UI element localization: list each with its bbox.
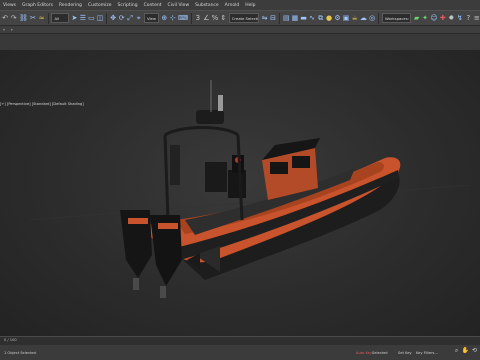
menu-arnold[interactable]: Arnold (222, 3, 243, 8)
ribbon-panel (0, 34, 480, 51)
project-folder-icon[interactable]: ▰ (413, 13, 419, 23)
engine-left-stripe (128, 218, 148, 224)
scene-state-icon[interactable]: ✦ (422, 13, 428, 23)
select-manipulate-icon[interactable]: ⊹ (170, 13, 176, 23)
pan-icon[interactable]: ✋ (462, 347, 469, 354)
console-display-right (292, 156, 310, 168)
keyboard-shortcut-override-icon[interactable]: ⌨ (178, 13, 188, 23)
angle-snap-icon[interactable]: ∠ (203, 13, 209, 23)
render-setup-icon[interactable]: ⚙ (334, 13, 340, 23)
help-icon[interactable]: ? (465, 13, 471, 23)
align-icon[interactable]: ⊟ (270, 13, 276, 23)
snaps-toggle-icon[interactable]: 3 (195, 13, 201, 23)
antenna-light (218, 95, 223, 111)
select-by-name-icon[interactable]: ☰ (80, 13, 86, 23)
engine-right-stripe (158, 223, 178, 229)
selection-filter-dropdown[interactable]: All (51, 13, 70, 23)
spinner-snap-icon[interactable]: ⇕ (220, 13, 227, 23)
redo-icon[interactable]: ↷ (10, 13, 17, 23)
radar-dome (196, 110, 224, 124)
menu-civil-view[interactable]: Civil View (164, 3, 192, 8)
ribbon-tab-modeling[interactable]: ▾ (3, 27, 5, 32)
perspective-viewport[interactable]: [+] [Perspective] [Standard] [Default Sh… (0, 50, 480, 336)
place-icon[interactable]: ⌖ (135, 13, 141, 23)
workspace-dropdown[interactable]: Workspaces: Default (382, 13, 412, 23)
select-object-icon[interactable]: ➤ (71, 13, 77, 23)
undo-icon[interactable]: ↶ (2, 13, 8, 23)
scene-explorer-icon[interactable]: ▤ (283, 13, 290, 23)
curve-editor-icon[interactable]: ∿ (309, 13, 315, 23)
toolbar-separator (47, 12, 49, 24)
boat-render (29, 80, 471, 298)
percent-snap-icon[interactable]: % (212, 13, 219, 23)
status-bar: 1 Object Selected Auto Key Selected Set … (0, 345, 480, 360)
arnold-render-icon[interactable]: ✚ (440, 13, 446, 23)
frame-counter: 0 / 100 (4, 338, 17, 342)
render-a360-icon[interactable]: ◎ (369, 13, 375, 23)
rectangular-selection-icon[interactable]: ▭ (88, 13, 95, 23)
orbit-icon[interactable]: ⟲ (471, 347, 478, 354)
menu-bar: Views Graph Editors Rendering Customize … (0, 0, 480, 10)
console-display-left (270, 162, 288, 174)
window-crossing-icon[interactable]: ◫ (97, 13, 104, 23)
toolbar-separator (190, 12, 192, 24)
main-toolbar: ↶ ↷ ⛓ ✂ ≈ All ➤ ☰ ▭ ◫ ✥ ⟳ ⤢ ⌖ View ⊕ ⊹ ⌨… (0, 10, 480, 26)
link-icon[interactable]: ⛓ (19, 13, 28, 23)
named-selection-field[interactable]: Create Selection Se (228, 13, 260, 23)
reference-coordinate-dropdown[interactable]: View (143, 13, 160, 23)
prop-left (133, 278, 139, 290)
sign-in-icon[interactable]: ☺ (430, 13, 437, 23)
schematic-view-icon[interactable]: ⧉ (317, 13, 323, 23)
seat-back (205, 162, 227, 192)
ribbon-toggle-icon[interactable]: ▬ (300, 13, 307, 23)
arnold-ipr-icon[interactable]: ↯ (457, 13, 463, 23)
autokey-button[interactable]: Auto Key (356, 351, 372, 355)
ribbon-tab-freeform[interactable]: ▾ (11, 27, 13, 32)
menu-content[interactable]: Content (141, 3, 165, 8)
menu-graph-editors[interactable]: Graph Editors (19, 3, 56, 8)
unlink-icon[interactable]: ✂ (30, 13, 36, 23)
toolbar-separator (106, 12, 107, 24)
pivot-center-icon[interactable]: ⊕ (161, 13, 167, 23)
menu-customize[interactable]: Customize (85, 3, 115, 8)
bind-space-warp-icon[interactable]: ≈ (38, 13, 45, 23)
move-icon[interactable]: ✥ (110, 13, 116, 23)
render-cloud-icon[interactable]: ☁ (360, 13, 367, 23)
selection-status: 1 Object Selected (4, 350, 36, 355)
render-production-icon[interactable]: ☕ (351, 13, 358, 23)
toolbar-separator (378, 12, 380, 24)
key-filters-button[interactable]: Key Filters... (416, 351, 438, 355)
layer-explorer-icon[interactable]: ▦ (292, 13, 299, 23)
menu-substance[interactable]: Substance (192, 3, 222, 8)
viewport-label[interactable]: [+] [Perspective] [Standard] [Default Sh… (0, 102, 84, 106)
zoom-icon[interactable]: ⌕ (453, 347, 460, 354)
viewport-navigation: ⌕ ✋ ⟲ (453, 347, 478, 355)
render-frame-icon[interactable]: ▣ (343, 13, 350, 23)
seat-cushion (228, 170, 246, 198)
material-editor-icon[interactable]: ● (326, 13, 332, 23)
window-menu-icon[interactable]: ≡ (474, 13, 480, 23)
ribbon-tabs: ▾ ▾ (0, 26, 480, 34)
selected-dropdown[interactable]: Selected (372, 351, 388, 355)
menu-rendering[interactable]: Rendering (56, 3, 85, 8)
rotate-icon[interactable]: ⟳ (118, 13, 125, 23)
menu-scripting[interactable]: Scripting (115, 3, 141, 8)
menu-views[interactable]: Views (0, 3, 19, 8)
prop-right (160, 286, 166, 298)
menu-help[interactable]: Help (242, 3, 258, 8)
set-key-button[interactable]: Set Key (398, 351, 412, 355)
t-top-panel (170, 145, 180, 185)
scale-icon[interactable]: ⤢ (127, 13, 133, 23)
mirror-icon[interactable]: ⇋ (261, 13, 268, 23)
arnold-light-icon[interactable]: ✹ (448, 13, 454, 23)
toolbar-separator (279, 12, 280, 24)
